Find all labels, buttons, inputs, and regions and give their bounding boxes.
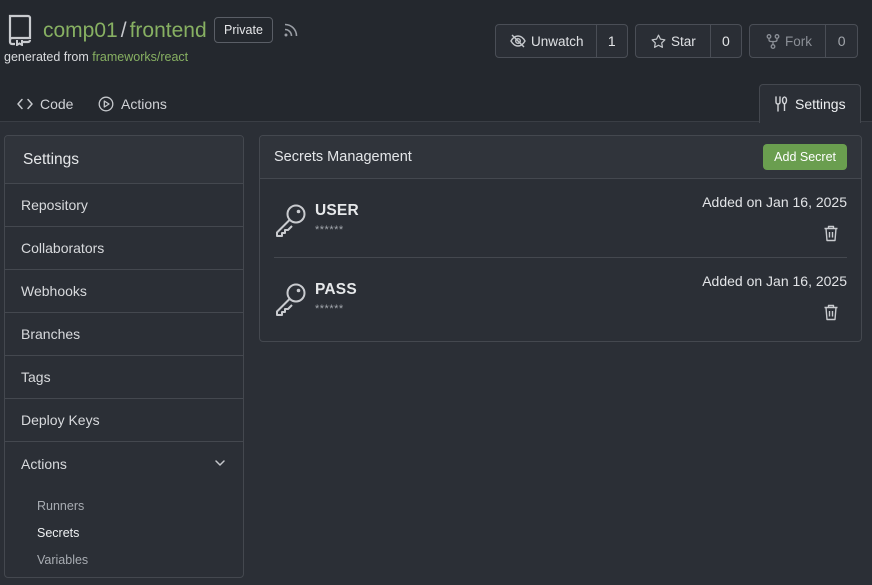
sidebar-item-webhooks[interactable]: Webhooks — [5, 270, 243, 313]
repo-separator: / — [120, 19, 127, 42]
watchers-count[interactable]: 1 — [597, 25, 627, 57]
secrets-panel-title: Secrets Management — [274, 149, 412, 165]
tab-code-label: Code — [40, 95, 74, 112]
secrets-panel: Secrets Management Add Secret USER *****… — [259, 135, 862, 342]
sidebar-item-branches[interactable]: Branches — [5, 313, 243, 356]
play-circle-icon — [98, 96, 114, 111]
star-label: Star — [671, 33, 696, 49]
tools-icon — [775, 96, 788, 112]
repo-owner-link[interactable]: comp01 — [43, 18, 118, 44]
secret-row: PASS ****** Added on Jan 16, 2025 — [274, 257, 847, 335]
tab-settings-label: Settings — [795, 96, 846, 112]
sidebar-item-tags[interactable]: Tags — [5, 356, 243, 399]
sidebar-subitem-secrets[interactable]: Secrets — [5, 519, 243, 546]
generated-from-line: generated from frameworks/react — [4, 50, 188, 64]
fork-button[interactable]: Fork — [750, 25, 827, 57]
star-button[interactable]: Star — [636, 25, 711, 57]
unwatch-button-group: Unwatch 1 — [495, 24, 628, 58]
secret-name: USER — [315, 202, 359, 219]
secret-row: USER ****** Added on Jan 16, 2025 — [274, 179, 847, 257]
actions-submenu: Runners Secrets Variables — [5, 485, 243, 573]
trash-icon[interactable] — [823, 225, 839, 242]
template-repo-link[interactable]: frameworks/react — [92, 50, 188, 64]
fork-icon — [766, 33, 780, 49]
trash-icon[interactable] — [823, 304, 839, 321]
settings-sidebar: Settings Repository Collaborators Webhoo… — [4, 135, 244, 578]
rss-icon[interactable] — [283, 22, 299, 38]
sidebar-title: Settings — [5, 136, 243, 184]
sidebar-item-collaborators[interactable]: Collaborators — [5, 227, 243, 270]
star-button-group: Star 0 — [635, 24, 742, 58]
repo-title: comp01 / frontend — [43, 18, 207, 44]
repo-icon — [8, 14, 32, 46]
tab-actions-label: Actions — [121, 95, 167, 112]
sidebar-subitem-variables[interactable]: Variables — [5, 546, 243, 573]
tab-actions[interactable]: Actions — [98, 84, 167, 123]
secret-value-mask: ****** — [315, 224, 344, 236]
stars-count[interactable]: 0 — [711, 25, 741, 57]
unwatch-button[interactable]: Unwatch — [496, 25, 597, 57]
forks-count[interactable]: 0 — [826, 25, 857, 57]
chevron-down-icon[interactable] — [213, 456, 227, 470]
add-secret-button[interactable]: Add Secret — [763, 144, 847, 170]
key-icon — [276, 283, 306, 316]
sidebar-item-repository[interactable]: Repository — [5, 184, 243, 227]
fork-button-group: Fork 0 — [749, 24, 858, 58]
star-icon — [651, 34, 666, 48]
sidebar-item-actions[interactable]: Actions — [5, 442, 243, 485]
secret-value-mask: ****** — [315, 303, 344, 315]
fork-label: Fork — [785, 33, 812, 49]
secret-added-date: Added on Jan 16, 2025 — [702, 194, 847, 210]
secrets-panel-header: Secrets Management Add Secret — [260, 136, 861, 179]
sidebar-subitem-runners[interactable]: Runners — [5, 492, 243, 519]
sidebar-item-actions-label: Actions — [21, 455, 67, 472]
unwatch-label: Unwatch — [531, 33, 584, 49]
tab-code[interactable]: Code — [17, 84, 73, 123]
key-icon — [276, 204, 306, 237]
code-icon — [17, 98, 33, 109]
repo-name-link[interactable]: frontend — [130, 18, 207, 44]
tab-settings[interactable]: Settings — [759, 84, 861, 123]
secret-added-date: Added on Jan 16, 2025 — [702, 273, 847, 289]
secret-name: PASS — [315, 281, 357, 298]
sidebar-item-deploy-keys[interactable]: Deploy Keys — [5, 399, 243, 442]
eye-slash-icon — [510, 34, 526, 48]
repo-header: comp01 / frontend Private generated from… — [0, 0, 872, 123]
visibility-badge: Private — [214, 17, 273, 43]
generated-from-label: generated from — [4, 50, 89, 64]
